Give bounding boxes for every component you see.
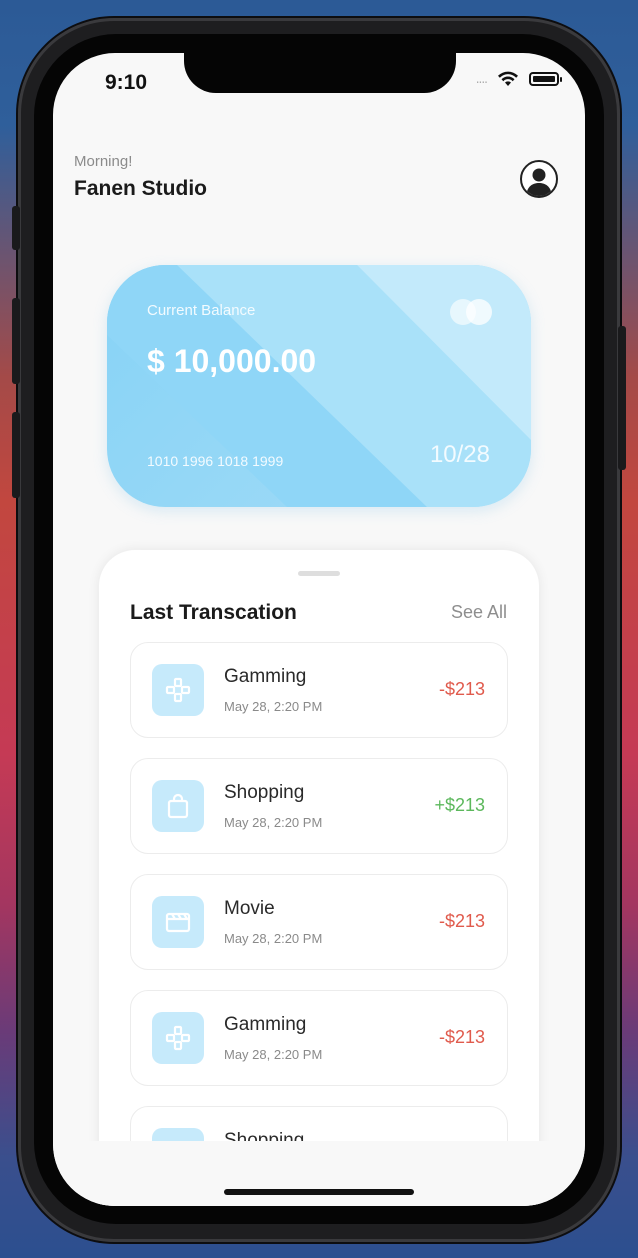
wifi-icon (498, 71, 518, 86)
transaction-name: Gamming (224, 666, 307, 687)
transactions-title: Last Transcation (130, 601, 297, 624)
transaction-name: Movie (224, 898, 275, 919)
movie-clapper-icon (152, 896, 204, 948)
balance-card[interactable]: Current Balance $ 10,000.00 1010 1996 10… (107, 265, 531, 507)
transaction-row[interactable]: Shopping May 28, 2:20 PM +$213 (130, 758, 508, 854)
shopping-bag-icon (152, 780, 204, 832)
battery-icon (529, 72, 562, 86)
transaction-date: May 28, 2:20 PM (224, 699, 323, 714)
cellular-signal: .... (475, 72, 488, 86)
card-expiry: 10/28 (429, 441, 490, 468)
transaction-date: May 28, 2:20 PM (224, 815, 323, 830)
power-button (618, 326, 626, 470)
card-label: Current Balance (147, 302, 256, 319)
gamepad-icon (152, 664, 204, 716)
transaction-amount: -$213 (438, 1027, 485, 1047)
transaction-date: May 28, 2:20 PM (224, 931, 323, 946)
volume-down-button (12, 412, 20, 498)
status-time: 9:10 (105, 71, 148, 94)
status-icons: .... (475, 71, 562, 87)
user-avatar-icon[interactable] (520, 160, 558, 198)
transaction-date: May 28, 2:20 PM (224, 1047, 323, 1062)
transaction-amount: -$213 (438, 679, 485, 699)
bottom-safe-area (53, 1141, 585, 1206)
card-balance: $ 10,000.00 (147, 343, 317, 379)
card-number: 1010 1996 1018 1999 (147, 453, 284, 469)
notch (184, 53, 456, 93)
mute-switch (12, 206, 20, 250)
greeting-text: Morning! (74, 153, 133, 170)
user-name: Fanen Studio (74, 177, 207, 200)
volume-up-button (12, 298, 20, 384)
transaction-name: Gamming (224, 1014, 307, 1035)
transactions-sheet: Last Transcation See All Gamming May 28,… (99, 550, 539, 1206)
transaction-row[interactable]: Gamming May 28, 2:20 PM -$213 (130, 642, 508, 738)
transaction-row[interactable]: Movie May 28, 2:20 PM -$213 (130, 874, 508, 970)
transaction-row[interactable]: Gamming May 28, 2:20 PM -$213 (130, 990, 508, 1086)
screen: 9:10 .... Morning! Fanen Studio Current … (53, 53, 585, 1206)
transaction-name: Shopping (224, 782, 305, 803)
person-icon (526, 168, 552, 196)
transaction-amount: +$213 (434, 795, 485, 815)
see-all-link[interactable]: See All (451, 602, 507, 623)
sheet-drag-handle[interactable] (298, 571, 340, 576)
gamepad-icon (152, 1012, 204, 1064)
home-indicator[interactable] (224, 1189, 414, 1195)
transaction-amount: -$213 (438, 911, 485, 931)
card-brand-icon (450, 299, 494, 325)
